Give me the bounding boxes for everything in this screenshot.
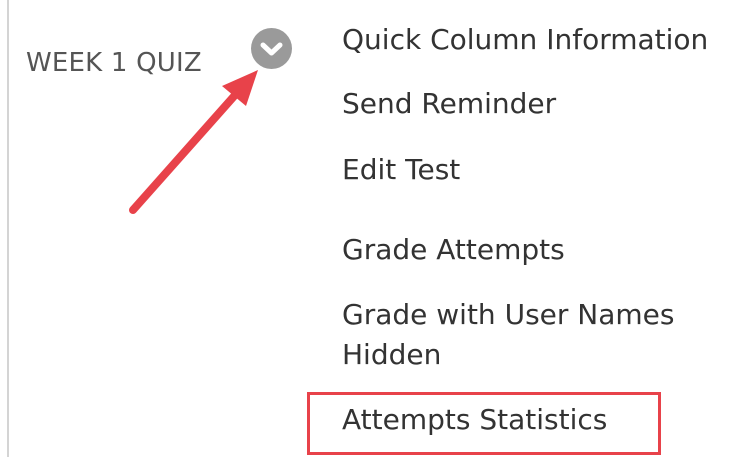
- menu-item-quick-column-information[interactable]: Quick Column Information: [342, 20, 708, 60]
- column-header-title: WEEK 1 QUIZ: [26, 48, 202, 78]
- highlight-box: [307, 392, 661, 455]
- column-divider: [7, 0, 9, 457]
- menu-item-edit-test[interactable]: Edit Test: [342, 150, 460, 190]
- column-menu-button[interactable]: [251, 28, 292, 69]
- menu-item-grade-with-user-names-hidden[interactable]: Grade with User Names Hidden: [342, 295, 702, 375]
- menu-item-send-reminder[interactable]: Send Reminder: [342, 84, 556, 124]
- menu-item-grade-attempts[interactable]: Grade Attempts: [342, 230, 565, 270]
- chevron-down-icon: [260, 42, 283, 56]
- grade-center-column-menu: WEEK 1 QUIZ Quick Column Information Sen…: [0, 0, 754, 457]
